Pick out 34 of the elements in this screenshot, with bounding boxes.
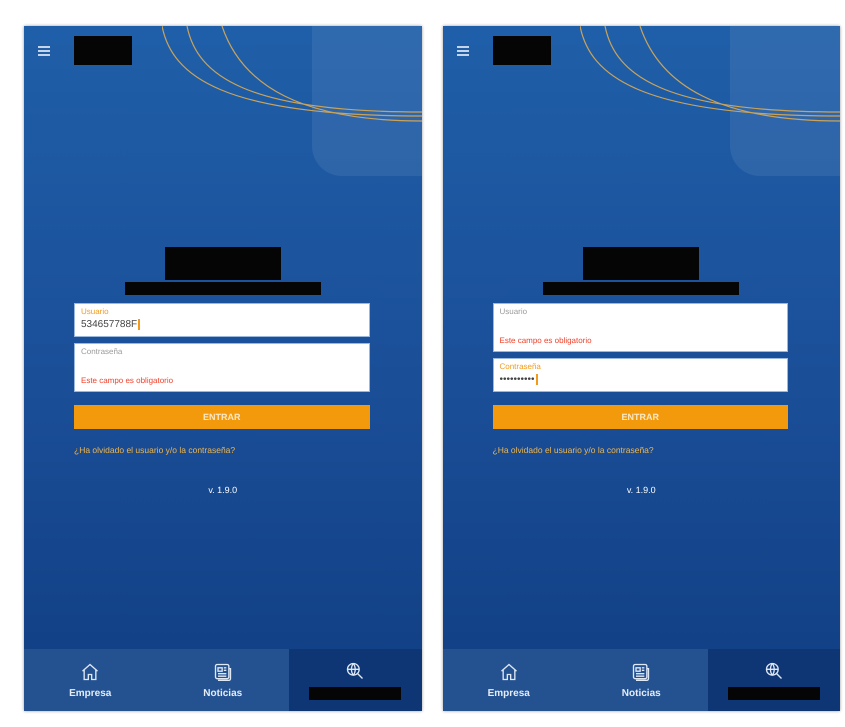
redaction-block — [74, 36, 132, 65]
input-field[interactable]: Contraseña •••••••••• — [492, 358, 788, 392]
home-icon — [498, 662, 519, 682]
nav-label: Empresa — [488, 688, 530, 698]
input-field[interactable]: Contraseña Este campo es obligatorio — [74, 343, 370, 392]
menu-icon[interactable] — [38, 46, 50, 56]
nav-item[interactable]: Empresa — [24, 649, 156, 711]
menu-icon[interactable] — [456, 46, 468, 56]
nav-item[interactable]: Empresa — [442, 649, 575, 711]
newspaper-icon — [212, 662, 233, 682]
nav-label: Noticias — [203, 688, 242, 698]
input-field[interactable]: Usuario 534657788F — [74, 303, 370, 337]
nav-label: Empresa — [69, 688, 112, 698]
field-label: Contraseña — [81, 347, 124, 356]
forgot-password-link[interactable]: ¿Ha olvidado el usuario y/o la contraseña? — [492, 445, 788, 455]
error-message: Este campo es obligatorio — [500, 336, 593, 345]
home-icon — [80, 662, 100, 682]
field-label: Usuario — [500, 307, 528, 316]
version-text: v. 1.9.0 — [208, 485, 238, 495]
version-text: v. 1.9.0 — [626, 485, 656, 495]
nav-label: Noticias — [622, 688, 661, 698]
input-field[interactable]: Usuario Este campo es obligatorio — [492, 303, 788, 352]
field-label: Usuario — [81, 307, 110, 316]
nav-item[interactable]: Noticias — [156, 649, 289, 711]
field-value: •••••••••• — [500, 374, 781, 385]
newspaper-icon — [631, 662, 652, 682]
forgot-password-link[interactable]: ¿Ha olvidado el usuario y/o la contraseña? — [74, 445, 370, 455]
redaction-block — [492, 36, 550, 65]
field-label: Contraseña — [500, 362, 542, 371]
search-icon — [345, 660, 366, 680]
error-message: Este campo es obligatorio — [81, 376, 174, 385]
nav-item[interactable]: Noticias — [575, 649, 708, 711]
search-icon — [764, 660, 784, 680]
field-value: 534657788F — [81, 319, 362, 330]
